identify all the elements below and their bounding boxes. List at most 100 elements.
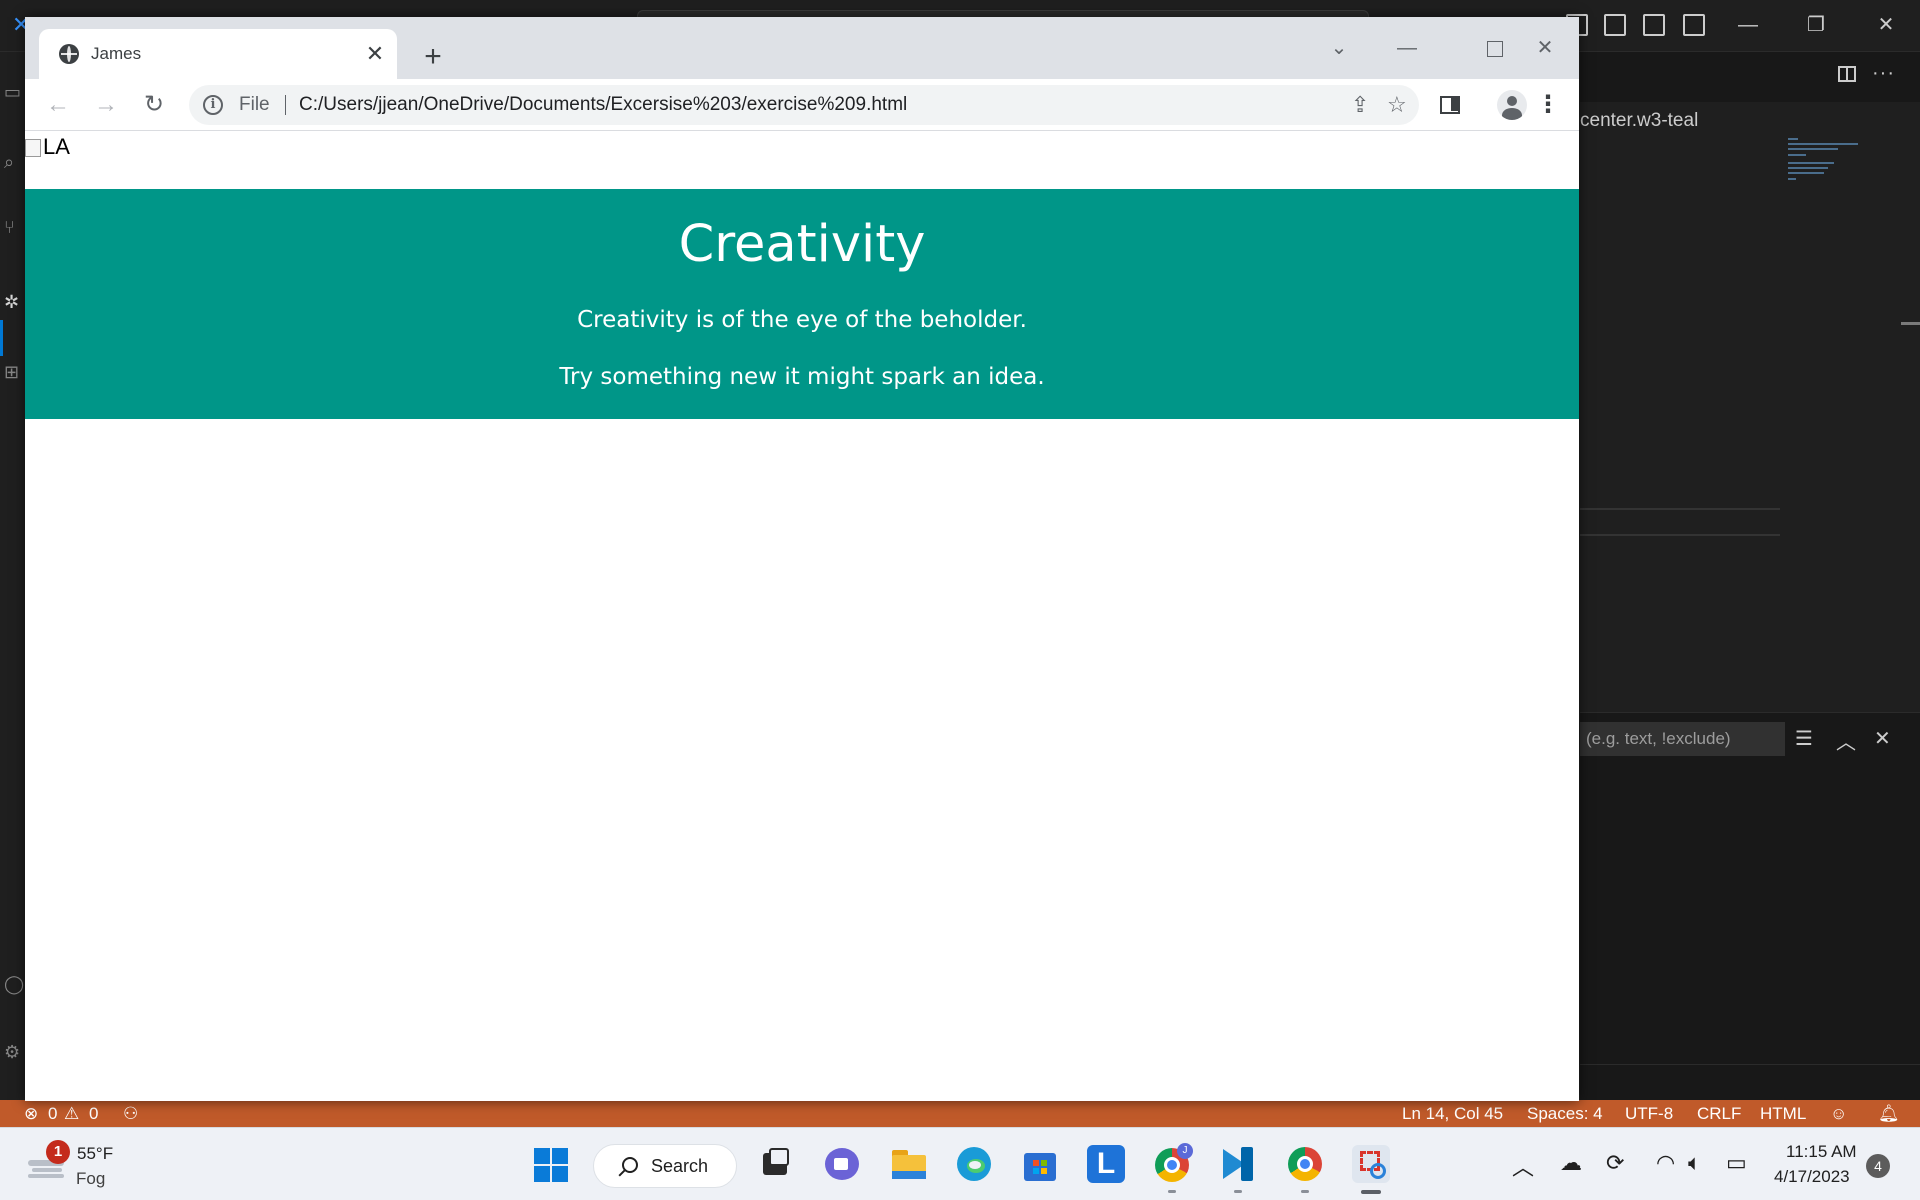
panel-filter-input[interactable]: (e.g. text, !exclude)	[1580, 722, 1785, 756]
profile-icon[interactable]	[1497, 90, 1527, 120]
indentation[interactable]: Spaces: 4	[1527, 1100, 1603, 1127]
forward-arrow-icon[interactable]: →	[89, 88, 123, 122]
more-actions-icon[interactable]: ···	[1872, 62, 1895, 85]
panel-divider	[1580, 1064, 1920, 1065]
live-share-icon[interactable]: ⚇	[123, 1100, 138, 1127]
vscode-minimize-icon[interactable]: —	[1728, 10, 1768, 40]
close-icon[interactable]: ✕	[1521, 33, 1569, 63]
close-panel-icon[interactable]: ✕	[1874, 726, 1891, 751]
new-tab-button[interactable]: +	[416, 40, 450, 74]
tab-title: James	[91, 44, 142, 63]
run-debug-icon[interactable]: ✲	[4, 292, 26, 314]
error-count[interactable]: 0	[48, 1100, 57, 1127]
split-editor-icon[interactable]	[1838, 66, 1856, 82]
end-of-line[interactable]: CRLF	[1697, 1100, 1741, 1127]
back-arrow-icon[interactable]: ←	[41, 88, 75, 122]
customize-layout-icon[interactable]	[1683, 14, 1705, 36]
editor-code-line[interactable]: center.w3-teal	[1580, 110, 1698, 132]
editor-divider	[1580, 534, 1780, 536]
chrome-taskbar-icon[interactable]	[1286, 1145, 1324, 1183]
chevron-up-icon[interactable]: ︿	[1512, 1150, 1534, 1182]
windows-taskbar: 1 55°F Fog Search L J ︿ ☁ ⟳ ◠ 🔈︎ ▭ 11:15…	[0, 1127, 1920, 1200]
launcher-l-icon[interactable]: L	[1087, 1145, 1125, 1183]
globe-icon	[59, 44, 79, 64]
browser-toolbar: ← → ↻ i File C:/Users/jjean/OneDrive/Doc…	[25, 79, 1579, 131]
broken-image: LA	[25, 134, 70, 159]
error-icon[interactable]: ⊗	[24, 1100, 38, 1127]
weather-condition[interactable]: Fog	[76, 1169, 105, 1189]
vscode-editor-tabs	[1580, 52, 1920, 102]
page-viewport: LA Creativity Creativity is of the eye o…	[25, 132, 1579, 1101]
snipping-tool-icon[interactable]	[1352, 1145, 1390, 1183]
onedrive-cloud-icon[interactable]: ☁	[1560, 1150, 1582, 1176]
share-icon[interactable]: ⇪	[1351, 85, 1369, 125]
file-explorer-icon[interactable]	[890, 1145, 928, 1183]
battery-icon[interactable]: ▭	[1726, 1150, 1747, 1176]
notification-count-badge[interactable]: 4	[1866, 1154, 1890, 1178]
toggle-panel-icon[interactable]	[1604, 14, 1626, 36]
cursor-position[interactable]: Ln 14, Col 45	[1402, 1100, 1503, 1127]
edge-browser-icon[interactable]	[955, 1145, 993, 1183]
weather-temperature[interactable]: 55°F	[77, 1144, 113, 1164]
chrome-window: James ✕ + ⌄ — ✕ ← → ↻ i File C:/Users/jj…	[25, 17, 1579, 1101]
address-bar[interactable]: i File C:/Users/jjean/OneDrive/Documents…	[189, 85, 1419, 125]
minimize-icon[interactable]: —	[1383, 33, 1431, 63]
vscode-taskbar-icon[interactable]	[1219, 1145, 1257, 1183]
wifi-icon[interactable]: ◠	[1656, 1150, 1675, 1176]
running-indicator	[1301, 1190, 1309, 1193]
extensions-icon[interactable]: ⊞	[4, 362, 26, 384]
maximize-icon[interactable]	[1487, 41, 1503, 57]
running-indicator	[1168, 1190, 1176, 1193]
image-alt-text: LA	[43, 134, 70, 159]
url-text[interactable]: C:/Users/jjean/OneDrive/Documents/Excers…	[299, 85, 907, 125]
active-view-indicator	[0, 320, 3, 356]
tab-close-icon[interactable]: ✕	[361, 40, 389, 68]
sync-icon[interactable]: ⟳	[1606, 1150, 1624, 1176]
search-label: Search	[651, 1156, 709, 1176]
warning-count[interactable]: 0	[89, 1100, 98, 1127]
chrome-profile-icon[interactable]: J	[1153, 1143, 1193, 1183]
vscode-status-bar: ⊗ 0 ⚠ 0 ⚇ Ln 14, Col 45 Spaces: 4 UTF-8 …	[0, 1100, 1920, 1127]
vscode-bottom-panel	[1580, 712, 1920, 1100]
editor-scrollbar[interactable]	[1901, 322, 1920, 325]
task-view-icon[interactable]	[755, 1145, 793, 1183]
broken-image-icon	[25, 139, 41, 157]
teams-chat-icon[interactable]	[823, 1145, 861, 1183]
star-icon[interactable]: ☆	[1387, 85, 1407, 125]
info-icon[interactable]: i	[203, 95, 223, 115]
source-control-icon[interactable]: ⑂	[4, 217, 26, 239]
chevron-down-icon[interactable]: ⌄	[1315, 33, 1363, 63]
menu-icon[interactable]: ⋮	[1533, 88, 1563, 122]
weather-alert-badge: 1	[46, 1140, 70, 1164]
search-icon	[622, 1157, 638, 1173]
notifications-bell-icon[interactable]: 🔔︎	[1878, 1100, 1900, 1127]
tab-strip: James ✕ + ⌄ — ✕	[25, 17, 1579, 79]
feedback-icon[interactable]: ☺	[1830, 1100, 1847, 1127]
microsoft-store-icon[interactable]	[1021, 1145, 1059, 1183]
windows-start-icon[interactable]	[534, 1148, 568, 1182]
clock-date[interactable]: 4/17/2023	[1774, 1167, 1850, 1187]
vscode-close-icon[interactable]: ✕	[1866, 10, 1906, 40]
warning-icon[interactable]: ⚠	[64, 1100, 79, 1127]
settings-gear-icon[interactable]: ⚙	[4, 1042, 26, 1064]
header-paragraph-2: Try something new it might spark an idea…	[559, 364, 1045, 390]
side-panel-icon[interactable]	[1440, 96, 1460, 114]
clear-output-icon[interactable]: ☰	[1795, 726, 1813, 751]
maximize-panel-icon[interactable]: ︿	[1836, 726, 1856, 755]
search-icon[interactable]: ⌕	[4, 152, 26, 174]
reload-icon[interactable]: ↻	[137, 88, 171, 122]
vscode-restore-icon[interactable]: ❐	[1796, 10, 1836, 40]
taskbar-search-button[interactable]: Search	[593, 1144, 737, 1188]
running-indicator	[1234, 1190, 1242, 1193]
address-separator	[285, 95, 286, 115]
volume-icon[interactable]: 🔈︎	[1688, 1150, 1701, 1176]
browser-tab[interactable]: James ✕	[39, 29, 397, 79]
encoding[interactable]: UTF-8	[1625, 1100, 1673, 1127]
editor-minimap[interactable]	[1788, 138, 1858, 182]
toggle-secondary-sidebar-icon[interactable]	[1643, 14, 1665, 36]
language-mode[interactable]: HTML	[1760, 1100, 1806, 1127]
accounts-icon[interactable]: ◯	[4, 974, 26, 996]
active-app-indicator	[1361, 1190, 1381, 1194]
explorer-icon[interactable]: ▭	[4, 82, 26, 104]
clock-time[interactable]: 11:15 AM	[1786, 1142, 1857, 1162]
